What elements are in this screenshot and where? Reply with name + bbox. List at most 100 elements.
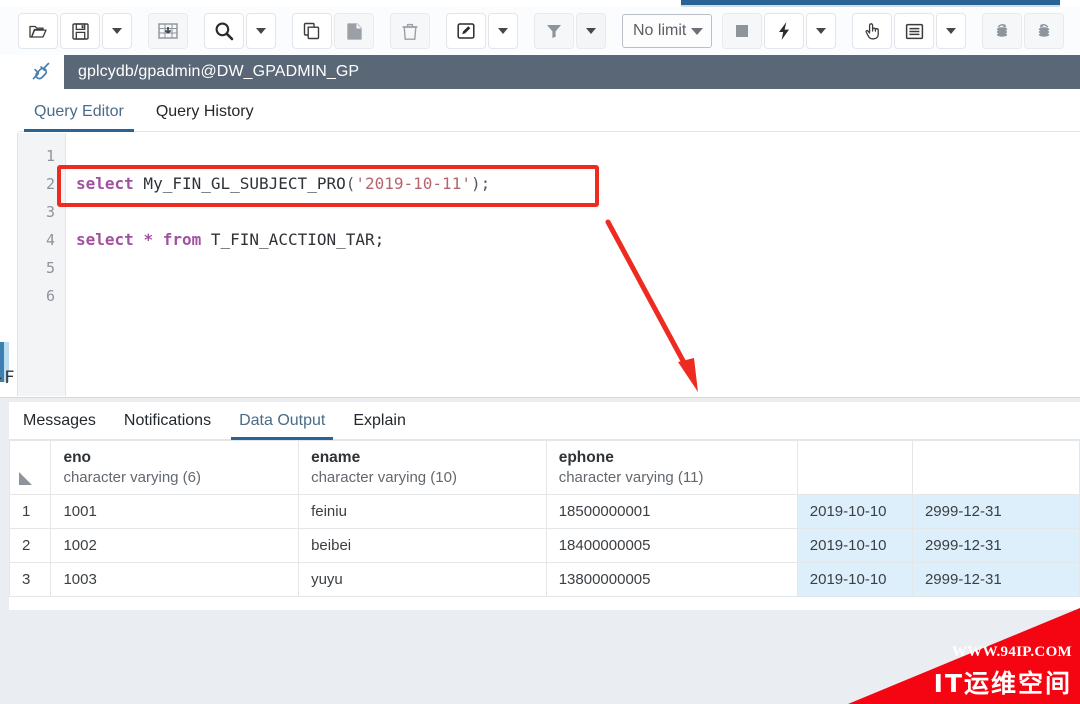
paste-button[interactable] bbox=[334, 13, 374, 49]
cell-edate[interactable]: 2999-12-31 bbox=[911, 494, 1080, 529]
editor-left-border bbox=[17, 133, 18, 396]
pgadmin-query-tool-window: No limit gplcydb/gpadmin@DW_GPADMIN_GP Q… bbox=[0, 0, 1080, 704]
delete-button[interactable] bbox=[390, 13, 430, 49]
hand-pointer-icon bbox=[864, 23, 879, 40]
cell-sdate[interactable]: 2019-10-10 bbox=[796, 528, 913, 563]
row-number[interactable]: 3 bbox=[9, 562, 52, 597]
row-limit-value: No limit bbox=[633, 22, 687, 39]
chevron-down-icon bbox=[256, 28, 266, 34]
cell-eno[interactable]: 1002 bbox=[50, 528, 300, 563]
sql-token-punc: ); bbox=[470, 174, 491, 193]
cell-ename[interactable]: yuyu bbox=[298, 562, 547, 597]
tab-explain[interactable]: Explain bbox=[339, 412, 419, 439]
cell-sdate[interactable]: 2019-10-10 bbox=[796, 562, 913, 597]
cell-edate[interactable]: 2999-12-31 bbox=[911, 562, 1080, 597]
toolbar-group-grid bbox=[148, 13, 190, 49]
open-file-button[interactable] bbox=[18, 13, 58, 49]
column-type: date bbox=[809, 468, 839, 486]
filter-dropdown-button[interactable] bbox=[576, 13, 606, 49]
data-output-grid[interactable]: eno character varying (6) ename characte… bbox=[9, 440, 1080, 610]
column-name: ephone bbox=[558, 448, 614, 466]
row-number[interactable]: 1 bbox=[9, 494, 52, 529]
row-number[interactable]: 2 bbox=[9, 528, 52, 563]
column-header-eno[interactable]: eno character varying (6) bbox=[50, 440, 300, 495]
cell-ephone[interactable]: 18500000001 bbox=[545, 494, 798, 529]
save-dropdown-button[interactable] bbox=[102, 13, 132, 49]
line-number: 4 bbox=[45, 231, 55, 249]
explain-options-button[interactable] bbox=[894, 13, 934, 49]
connection-bar[interactable]: gplcydb/gpadmin@DW_GPADMIN_GP bbox=[18, 55, 1080, 89]
connection-status-icon-box bbox=[18, 55, 64, 89]
column-header-sdate[interactable]: sdate date bbox=[796, 440, 913, 495]
cell-ephone[interactable]: 18400000005 bbox=[545, 528, 798, 563]
save-icon bbox=[71, 22, 89, 40]
sql-token-plain: T_FIN_ACCTION_TAR; bbox=[201, 230, 385, 249]
trash-icon bbox=[402, 23, 418, 40]
sql-token-plain bbox=[134, 230, 144, 249]
commit-button[interactable] bbox=[982, 13, 1022, 49]
sql-token-kw: select bbox=[76, 174, 134, 193]
tab-query-history[interactable]: Query History bbox=[140, 103, 270, 131]
filter-button[interactable] bbox=[534, 13, 574, 49]
tab-data-output[interactable]: Data Output bbox=[225, 412, 339, 440]
copy-icon bbox=[303, 22, 320, 40]
stop-square-icon bbox=[736, 25, 748, 37]
toolbar-group-clipboard bbox=[292, 13, 376, 49]
execute-button[interactable] bbox=[764, 13, 804, 49]
column-header-ename[interactable]: ename character varying (10) bbox=[298, 440, 547, 495]
column-header-edate[interactable]: edate date bbox=[911, 440, 1080, 495]
cell-ename[interactable]: feiniu bbox=[298, 494, 547, 529]
query-tool-toolbar: No limit bbox=[0, 7, 1080, 55]
corner-triangle-icon bbox=[19, 472, 32, 485]
paste-grid-button[interactable] bbox=[148, 13, 188, 49]
db-rollback-icon bbox=[1038, 24, 1050, 37]
output-tab-bar: Messages Notifications Data Output Expla… bbox=[9, 402, 1080, 440]
macros-button[interactable] bbox=[852, 13, 892, 49]
cell-ename[interactable]: beibei bbox=[298, 528, 547, 563]
chevron-down-icon bbox=[816, 28, 826, 34]
sql-editor[interactable]: 1 2 3 4 5 6 select My_FIN_GL_SUBJECT_PRO… bbox=[18, 133, 1080, 396]
column-name: eno bbox=[63, 448, 92, 466]
table-row[interactable]: 1 1001 feiniu 18500000001 2019-10-10 299… bbox=[9, 494, 1080, 529]
table-row[interactable]: 2 1002 beibei 18400000005 2019-10-10 299… bbox=[9, 528, 1080, 563]
clipped-text-fragment: -F bbox=[0, 368, 15, 388]
execute-dropdown-button[interactable] bbox=[806, 13, 836, 49]
row-limit-select[interactable]: No limit bbox=[622, 14, 712, 48]
tab-notifications[interactable]: Notifications bbox=[110, 412, 225, 439]
line-number: 3 bbox=[45, 203, 55, 221]
sql-token-str: '2019-10-11' bbox=[355, 174, 471, 193]
edit-dropdown-button[interactable] bbox=[488, 13, 518, 49]
column-header-ephone[interactable]: ephone character varying (11) bbox=[545, 440, 798, 495]
table-row[interactable]: 3 1003 yuyu 13800000005 2019-10-10 2999-… bbox=[9, 562, 1080, 597]
lightning-bolt-icon bbox=[779, 22, 789, 40]
tab-messages[interactable]: Messages bbox=[9, 412, 110, 439]
cell-sdate[interactable]: 2019-10-10 bbox=[796, 494, 913, 529]
column-type: character varying (6) bbox=[63, 468, 202, 486]
edit-pencil-icon bbox=[457, 23, 475, 39]
table-header-row: eno character varying (6) ename characte… bbox=[9, 440, 1080, 495]
toolbar-group-edit bbox=[446, 13, 520, 49]
stop-button[interactable] bbox=[722, 13, 762, 49]
connection-title: gplcydb/gpadmin@DW_GPADMIN_GP bbox=[78, 63, 360, 80]
column-name: edate bbox=[924, 448, 966, 466]
toolbar-group-explain bbox=[852, 13, 968, 49]
tab-query-editor[interactable]: Query Editor bbox=[18, 103, 140, 132]
cell-eno[interactable]: 1001 bbox=[50, 494, 300, 529]
explain-dropdown-button[interactable] bbox=[936, 13, 966, 49]
line-number: 5 bbox=[45, 259, 55, 277]
cell-edate[interactable]: 2999-12-31 bbox=[911, 528, 1080, 563]
copy-button[interactable] bbox=[292, 13, 332, 49]
sql-code-area[interactable]: select My_FIN_GL_SUBJECT_PRO('2019-10-11… bbox=[66, 133, 1080, 396]
rollback-button[interactable] bbox=[1024, 13, 1064, 49]
find-dropdown-button[interactable] bbox=[246, 13, 276, 49]
select-all-corner[interactable] bbox=[9, 440, 52, 495]
cell-eno[interactable]: 1003 bbox=[50, 562, 300, 597]
save-file-button[interactable] bbox=[60, 13, 100, 49]
edit-button[interactable] bbox=[446, 13, 486, 49]
column-type: date bbox=[924, 468, 955, 486]
sql-token-plain bbox=[153, 230, 163, 249]
plug-connected-icon bbox=[32, 62, 50, 80]
sql-line: select My_FIN_GL_SUBJECT_PRO('2019-10-11… bbox=[76, 170, 1080, 198]
cell-ephone[interactable]: 13800000005 bbox=[545, 562, 798, 597]
find-button[interactable] bbox=[204, 13, 244, 49]
